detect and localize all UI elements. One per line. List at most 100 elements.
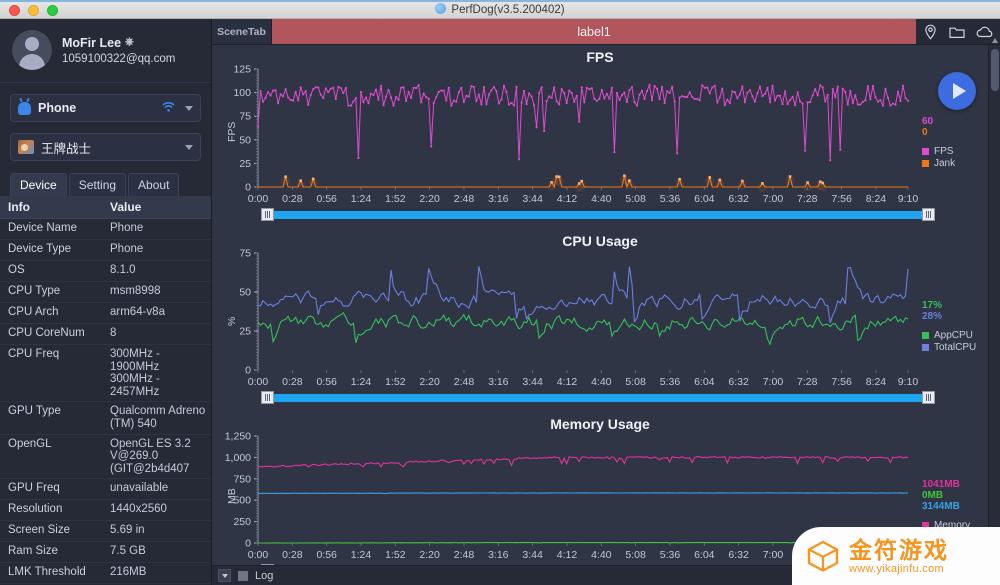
svg-text:1,000: 1,000 <box>225 452 251 464</box>
legend-label: TotalCPU <box>934 341 977 353</box>
label-tab-active[interactable]: label1 <box>272 19 916 44</box>
legend-value-fps: 60 <box>922 116 934 128</box>
svg-text:6:04: 6:04 <box>694 549 715 561</box>
watermark-text: 金符游戏 www.yikajinfu.com <box>849 537 949 575</box>
info-cell: GPU Freq <box>8 482 60 495</box>
app-select-label: 王牌战士 <box>41 141 92 156</box>
folder-icon[interactable] <box>948 25 965 39</box>
svg-text:5:08: 5:08 <box>625 376 646 388</box>
svg-text:6:32: 6:32 <box>728 193 749 205</box>
play-button[interactable] <box>938 72 976 110</box>
series-virtualmemory <box>258 492 909 494</box>
svg-text:2:48: 2:48 <box>454 376 475 388</box>
table-row: GPU Type Qualcomm Adreno (TM) 540 <box>0 402 211 435</box>
info-cell: Ram Size <box>8 545 58 558</box>
info-cell: CPU CoreNum <box>8 327 85 339</box>
legend-item-appcpu[interactable]: AppCPU <box>922 330 976 341</box>
svg-text:7:56: 7:56 <box>831 376 852 388</box>
value-cell: unavailable <box>110 482 169 495</box>
svg-text:7:56: 7:56 <box>831 193 852 205</box>
sidebar-tabs: Device Setting About <box>10 173 211 196</box>
svg-text:2:20: 2:20 <box>419 549 440 561</box>
legend-swatch-icon <box>922 160 929 168</box>
value-cell: 8.1.0 <box>110 264 136 276</box>
svg-text:5:08: 5:08 <box>625 193 646 205</box>
value-cell: 1440x2560 <box>110 503 167 516</box>
value-cell: 5.69 in <box>110 524 145 537</box>
slider-handle-left[interactable] <box>261 391 274 404</box>
table-row: GPU Freq unavailable <box>0 479 211 501</box>
vertical-scrollbar[interactable] <box>988 38 1000 585</box>
window-title-text: PerfDog(v3.5.200402) <box>451 4 565 16</box>
android-icon <box>18 101 31 115</box>
account-section: MoFir Lee ⎈ 1059100322@qq.com <box>0 19 211 82</box>
chevron-down-icon[interactable] <box>185 144 193 150</box>
legend-item-fps[interactable]: FPS <box>922 146 955 157</box>
timeline-slider[interactable] <box>261 208 935 221</box>
svg-text:0: 0 <box>245 182 251 194</box>
legend-item-jank[interactable]: Jank <box>922 158 955 169</box>
tab-about[interactable]: About <box>128 173 180 196</box>
toolbar-icons <box>916 19 1000 44</box>
tab-setting[interactable]: Setting <box>68 173 127 196</box>
legend-value-jank: 0 <box>922 127 928 139</box>
svg-text:750: 750 <box>233 473 251 485</box>
scroll-up-arrow-icon[interactable] <box>992 38 998 43</box>
column-header-info: Info <box>8 200 30 214</box>
chart-legend: 60 0 FPS Jank <box>922 116 955 169</box>
account-name: MoFir Lee ⎈ <box>62 36 175 50</box>
cloud-icon[interactable] <box>976 25 994 38</box>
collapse-icon[interactable] <box>218 569 231 582</box>
scrollbar-thumb[interactable] <box>991 49 999 91</box>
info-cell: CPU Freq <box>8 348 60 360</box>
svg-text:25: 25 <box>239 326 251 338</box>
app-logo-icon <box>435 3 447 14</box>
svg-text:2:20: 2:20 <box>419 193 440 205</box>
chevron-down-icon[interactable] <box>185 105 193 111</box>
series-appcpu <box>257 311 909 346</box>
legend-value-appcpu: 17% <box>922 299 943 311</box>
svg-text:3:16: 3:16 <box>488 549 509 561</box>
slider-handle-left[interactable] <box>261 208 274 221</box>
device-info-table: Info Value Device Name Phone Device Type Phon… <box>0 196 211 585</box>
svg-text:6:04: 6:04 <box>694 376 715 388</box>
svg-text:75: 75 <box>239 111 251 123</box>
value-cell: Phone <box>110 243 144 255</box>
window-title: PerfDog(v3.5.200402) <box>0 2 1000 19</box>
sidebar: MoFir Lee ⎈ 1059100322@qq.com Phone 王牌战士… <box>0 19 212 585</box>
table-row: CPU Arch arm64-v8a <box>0 303 211 324</box>
svg-text:2:20: 2:20 <box>419 376 440 388</box>
macos-title-bar: PerfDog(v3.5.200402) <box>0 0 1000 19</box>
svg-text:2:48: 2:48 <box>454 193 475 205</box>
location-pin-icon[interactable] <box>923 24 938 40</box>
main-panel: SceneTab label1 FPS FPS 0 25 50 75 100 125 0:00 0… <box>212 19 1000 585</box>
info-cell: Device Type <box>8 243 72 255</box>
series-fps <box>257 83 909 161</box>
charts-container: FPS FPS 0 25 50 75 100 125 0:00 0:28 0:56 1:24 1:52 2… <box>212 45 998 585</box>
scene-tab-button[interactable]: SceneTab <box>212 19 272 44</box>
svg-text:5:36: 5:36 <box>660 376 681 388</box>
watermark-url: www.yikajinfu.com <box>849 562 944 575</box>
wifi-icon <box>162 101 175 115</box>
svg-text:4:40: 4:40 <box>591 376 612 388</box>
legend-swatch-icon <box>922 343 929 351</box>
svg-text:0:28: 0:28 <box>282 376 303 388</box>
svg-text:4:12: 4:12 <box>557 549 578 561</box>
legend-label: FPS <box>934 146 954 158</box>
timeline-slider[interactable] <box>261 391 935 404</box>
table-row: CPU Type msm8998 <box>0 282 211 303</box>
svg-text:50: 50 <box>239 287 251 299</box>
sidebar-divider <box>0 82 211 83</box>
svg-text:0: 0 <box>245 365 251 377</box>
power-icon[interactable]: ⎈ <box>125 36 134 49</box>
table-row: Device Name Phone <box>0 219 211 240</box>
slider-handle-right[interactable] <box>922 208 935 221</box>
legend-item-totalcpu[interactable]: TotalCPU <box>922 342 976 353</box>
slider-handle-right[interactable] <box>922 391 935 404</box>
device-select[interactable]: Phone <box>10 94 201 122</box>
tab-device[interactable]: Device <box>10 173 67 196</box>
app-select[interactable]: 王牌战士 <box>10 133 201 161</box>
account-name-text: MoFir Lee <box>62 35 122 50</box>
value-cell: msm8998 <box>110 285 161 297</box>
table-row: OpenGL OpenGL ES 3.2 V@269.0 (GIT@2b4d407 <box>0 435 211 480</box>
